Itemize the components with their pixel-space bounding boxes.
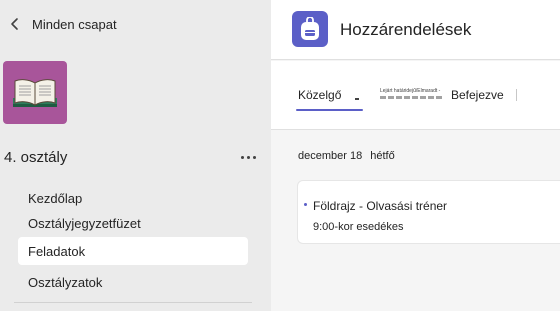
tab-completed[interactable]: Befejezve bbox=[451, 88, 504, 102]
tab-past-due[interactable]: Lejárt határidejű/Elmaradt - bbox=[380, 88, 444, 102]
sidebar-item-grades[interactable]: Osztályzatok bbox=[18, 268, 248, 296]
team-name: 4. osztály bbox=[4, 149, 68, 166]
more-icon bbox=[240, 155, 244, 159]
assignment-card[interactable]: Földrajz - Olvasási tréner 9:00-kor esed… bbox=[297, 180, 560, 244]
assignment-due: 9:00-kor esedékes bbox=[313, 221, 404, 233]
book-icon bbox=[13, 78, 57, 107]
sidebar: Minden csapat 4. osztály Kezdőlap Osztál… bbox=[0, 0, 271, 311]
backpack-icon bbox=[301, 17, 319, 40]
back-to-all-teams-button[interactable]: Minden csapat bbox=[8, 14, 117, 34]
date-label: december 18 bbox=[298, 150, 363, 162]
date-group-header: december 18 hétfő bbox=[298, 150, 395, 162]
weekday-label: hétfő bbox=[370, 150, 395, 162]
tab-separator bbox=[516, 89, 517, 101]
sidebar-item-home[interactable]: Kezdőlap bbox=[18, 184, 248, 212]
team-avatar bbox=[3, 61, 67, 124]
bullet-dot bbox=[304, 203, 307, 206]
tab-past-due-hidden bbox=[380, 96, 442, 99]
assignment-title: Földrajz - Olvasási tréner bbox=[313, 199, 448, 213]
chevron-left-icon bbox=[11, 18, 18, 30]
main-pane: Hozzárendelések Közelgő Lejárt határidej… bbox=[271, 0, 560, 311]
sidebar-item-assignments[interactable]: Feladatok bbox=[18, 237, 248, 265]
assignments-app-icon bbox=[292, 11, 328, 47]
more-options-button[interactable] bbox=[238, 147, 258, 167]
sidebar-item-class-notebook[interactable]: Osztályjegyzetfüzet bbox=[18, 209, 248, 237]
back-label: Minden csapat bbox=[32, 16, 117, 32]
page-title: Hozzárendelések bbox=[340, 20, 472, 39]
tab-upcoming[interactable]: Közelgő bbox=[295, 88, 364, 111]
tab-bar: Közelgő Lejárt határidejű/Elmaradt - Bef… bbox=[271, 61, 560, 130]
sidebar-divider bbox=[14, 302, 252, 303]
app-header: Hozzárendelések bbox=[271, 0, 560, 60]
tab-divider-mark bbox=[355, 98, 359, 100]
tab-past-due-label: Lejárt határidejű/Elmaradt - bbox=[380, 88, 441, 94]
